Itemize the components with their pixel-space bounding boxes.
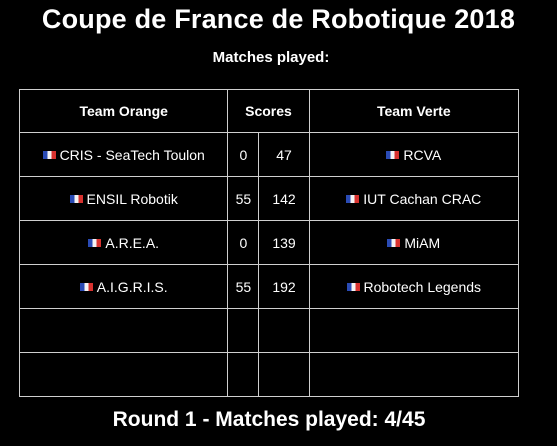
team-verte-cell <box>308 308 520 353</box>
french-flag-icon <box>386 150 400 159</box>
team-verte-cell <box>308 352 520 397</box>
score-verte-cell: 192 <box>258 264 310 309</box>
table-row <box>18 352 520 397</box>
score-orange-cell <box>227 308 260 353</box>
team-verte-cell: MiAM <box>308 220 520 265</box>
team-verte-cell-label: Robotech Legends <box>363 278 482 295</box>
team-orange-cell: A.R.E.A. <box>18 220 229 265</box>
page-title: Coupe de France de Robotique 2018 <box>41 4 516 34</box>
team-orange-cell-label: ENSIL Robotik <box>86 190 178 207</box>
score-orange-cell: 0 <box>227 132 260 177</box>
score-verte-cell: 47 <box>258 132 310 177</box>
french-flag-icon <box>69 194 83 203</box>
team-verte-header: Team Verte <box>308 89 520 133</box>
table-row: CRIS - SeaTech Toulon 0 47 RCVA <box>18 132 520 177</box>
table-row: A.I.G.R.I.S. 55 192 Robotech Legends <box>18 264 520 309</box>
team-orange-cell: CRIS - SeaTech Toulon <box>18 132 229 177</box>
team-orange-cell-label: CRIS - SeaTech Toulon <box>59 146 205 163</box>
score-orange-cell <box>227 352 260 397</box>
team-verte-cell: RCVA <box>308 132 520 177</box>
match-rows: CRIS - SeaTech Toulon 0 47 RCVA ENSIL Roboti… <box>18 132 520 397</box>
score-orange-cell: 55 <box>227 176 260 221</box>
page-subtitle: Matches played: <box>212 49 330 66</box>
team-verte-cell: Robotech Legends <box>308 264 520 309</box>
scores-header: Scores <box>227 89 310 133</box>
round-status: Round 1 - Matches played: 4/45 <box>112 408 426 431</box>
french-flag-icon <box>42 150 56 159</box>
table-row: ENSIL Robotik 55 142 IUT Cachan CRAC <box>18 176 520 221</box>
team-orange-cell: ENSIL Robotik <box>18 176 229 221</box>
french-flag-icon <box>346 282 360 291</box>
team-verte-cell-label: IUT Cachan CRAC <box>363 190 482 207</box>
table-header-row: Team Orange Scores Team Verte <box>18 89 520 133</box>
score-orange-cell: 55 <box>227 264 260 309</box>
score-orange-cell: 0 <box>227 220 260 265</box>
team-verte-cell-label: MiAM <box>404 234 441 251</box>
team-orange-cell-label: A.I.G.R.I.S. <box>96 278 168 295</box>
table-row <box>18 308 520 353</box>
score-verte-cell <box>258 352 310 397</box>
team-verte-cell-label: RCVA <box>403 146 442 163</box>
team-orange-cell-label: A.R.E.A. <box>105 234 160 251</box>
french-flag-icon <box>387 238 401 247</box>
score-verte-cell: 139 <box>258 220 310 265</box>
french-flag-icon <box>346 194 360 203</box>
team-orange-cell: A.I.G.R.I.S. <box>18 264 229 309</box>
french-flag-icon <box>79 282 93 291</box>
matches-table: Team Orange Scores Team Verte CRIS - Sea… <box>18 89 520 397</box>
score-verte-cell <box>258 308 310 353</box>
table-row: A.R.E.A. 0 139 MiAM <box>18 220 520 265</box>
french-flag-icon <box>88 238 102 247</box>
score-verte-cell: 142 <box>258 176 310 221</box>
team-orange-header: Team Orange <box>18 89 229 133</box>
team-orange-cell <box>18 308 229 353</box>
team-orange-cell <box>18 352 229 397</box>
team-verte-cell: IUT Cachan CRAC <box>308 176 520 221</box>
